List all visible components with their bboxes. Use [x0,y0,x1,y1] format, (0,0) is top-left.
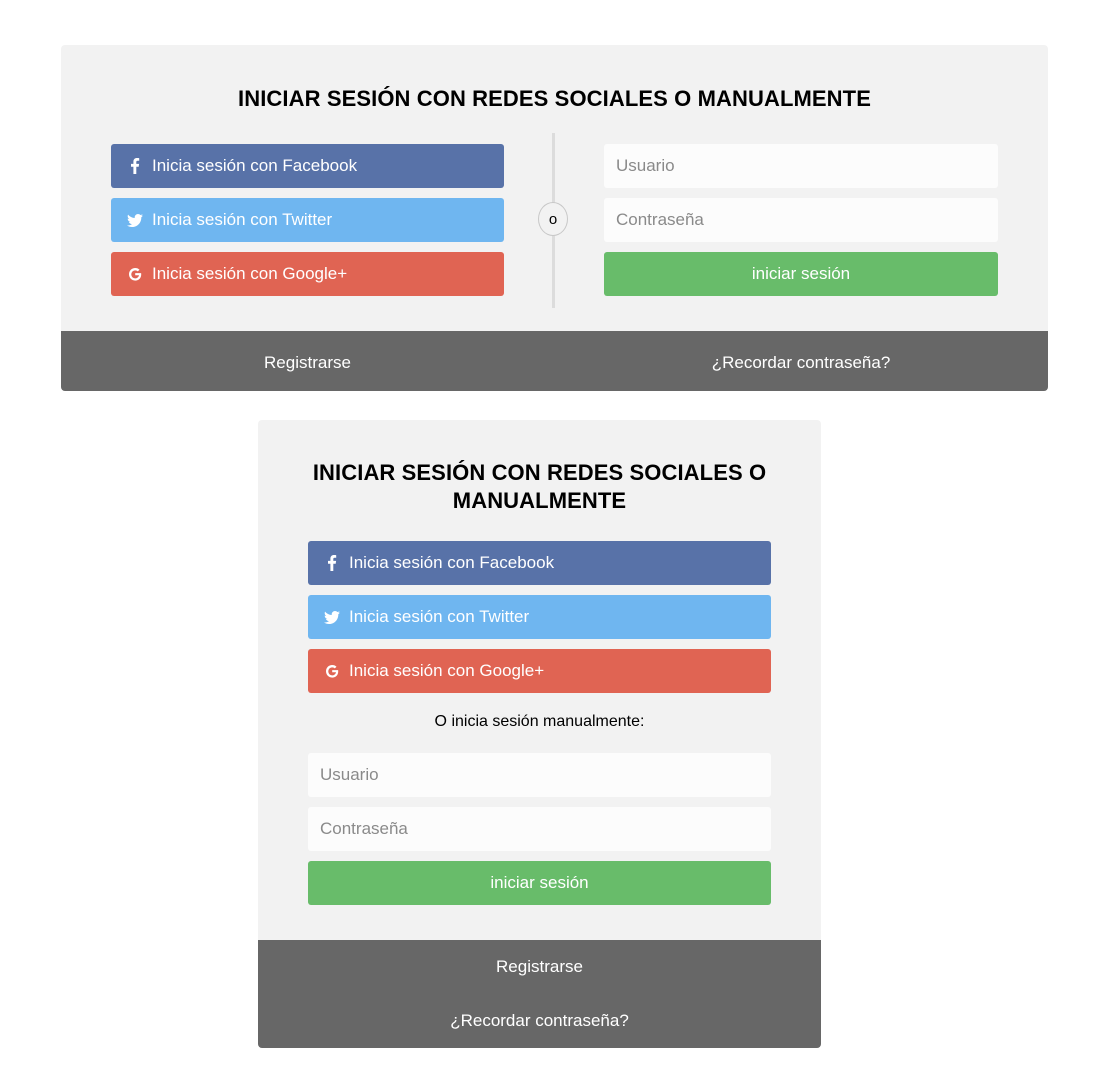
facebook-icon [126,157,144,175]
register-link[interactable]: Registrarse [258,957,821,977]
google-icon [323,662,341,680]
card-footer: Registrarse ¿Recordar contraseña? [258,940,821,1048]
or-divider: o [538,202,568,236]
google-login-button[interactable]: Inicia sesión con Google+ [111,252,504,296]
login-button[interactable]: iniciar sesión [604,252,998,296]
username-input[interactable] [604,144,998,188]
login-card-wide: INICIAR SESIÓN CON REDES SOCIALES O MANU… [61,45,1048,391]
login-button[interactable]: iniciar sesión [308,861,771,905]
facebook-login-button[interactable]: Inicia sesión con Facebook [308,541,771,585]
card-footer: Registrarse ¿Recordar contraseña? [61,331,1048,391]
facebook-icon [323,554,341,572]
forgot-password-link[interactable]: ¿Recordar contraseña? [258,1011,821,1031]
page-title: INICIAR SESIÓN CON REDES SOCIALES O MANU… [238,86,871,111]
page-title: INICIAR SESIÓN CON REDES SOCIALES O MANU… [312,460,767,513]
facebook-login-button[interactable]: Inicia sesión con Facebook [111,144,504,188]
register-link[interactable]: Registrarse [61,353,554,373]
password-input[interactable] [604,198,998,242]
twitter-login-label: Inicia sesión con Twitter [349,607,530,626]
twitter-icon [126,211,144,229]
google-icon [126,265,144,283]
facebook-login-label: Inicia sesión con Facebook [349,553,555,572]
password-input[interactable] [308,807,771,851]
login-card-narrow: INICIAR SESIÓN CON REDES SOCIALES O MANU… [258,420,821,1048]
username-input[interactable] [308,753,771,797]
google-login-label: Inicia sesión con Google+ [152,264,348,283]
google-login-button[interactable]: Inicia sesión con Google+ [308,649,771,693]
twitter-login-label: Inicia sesión con Twitter [152,210,333,229]
forgot-password-link[interactable]: ¿Recordar contraseña? [554,353,1048,373]
google-login-label: Inicia sesión con Google+ [349,661,545,680]
facebook-login-label: Inicia sesión con Facebook [152,156,358,175]
twitter-login-button[interactable]: Inicia sesión con Twitter [111,198,504,242]
manual-login-text: O inicia sesión manualmente: [434,713,645,730]
twitter-login-button[interactable]: Inicia sesión con Twitter [308,595,771,639]
twitter-icon [323,608,341,626]
